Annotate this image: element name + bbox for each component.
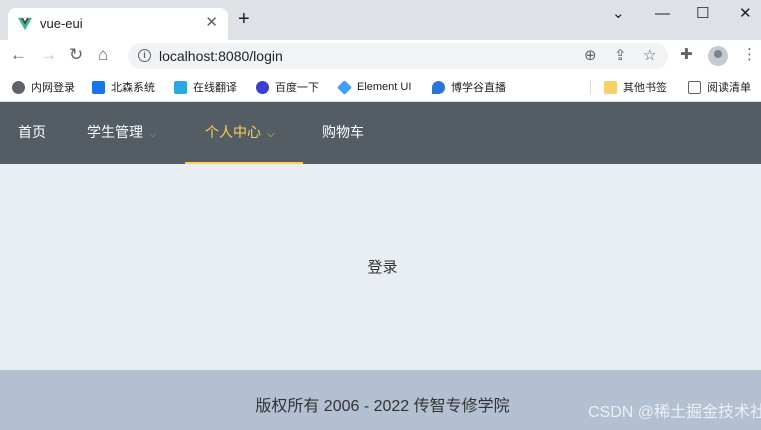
menu-item-label: 首页 (18, 124, 46, 140)
watermark: CSDN @稀土掘金技术社区 (588, 404, 761, 421)
main-content: 登录 (0, 164, 761, 370)
menu-item-home[interactable]: 首页 (18, 102, 46, 164)
home-icon[interactable]: ⌂ (98, 46, 108, 64)
bookmark-label: Element UI (357, 81, 412, 93)
share-icon[interactable]: ⇪ (614, 47, 627, 64)
extensions-icon[interactable]: ✚ (680, 46, 693, 63)
browser-titlebar: vue-eui ✕ + ⌄ — ☐ ✕ (0, 0, 761, 40)
bookmark-folder[interactable]: 其他书签 (604, 78, 667, 96)
reading-list-icon (688, 80, 701, 94)
tab-search-icon[interactable]: ⌄ (612, 6, 625, 22)
vue-logo-icon (18, 17, 32, 31)
chevron-down-icon: ⌵ (149, 129, 157, 140)
translate-icon (174, 80, 187, 94)
bookmark-label: 阅读清单 (707, 82, 751, 94)
menu-item-student-management[interactable]: 学生管理 ⌵ (87, 102, 157, 164)
menu-kebab-icon[interactable]: ⋮ (742, 46, 757, 63)
menu-item-label: 学生管理 (87, 124, 143, 140)
maximize-button[interactable]: ☐ (696, 6, 709, 22)
bookmark-label: 其他书签 (623, 82, 667, 94)
tab-title: vue-eui (40, 16, 83, 31)
menu-item-cart[interactable]: 购物车 (322, 102, 364, 164)
folder-icon (604, 80, 617, 94)
nav-menu: 首页 学生管理 ⌵ 个人中心 ⌵ 购物车 (0, 102, 761, 164)
browser-toolbar: ← → ↻ ⌂ i localhost:8080/login ⊕ ⇪ ☆ ✚ ⋮ (0, 40, 761, 72)
globe-icon (12, 80, 25, 94)
browser-tab[interactable]: vue-eui ✕ (8, 8, 228, 40)
tab-close-icon[interactable]: ✕ (205, 15, 218, 31)
baidu-icon (256, 80, 269, 94)
login-text: 登录 (367, 259, 398, 276)
bookmark-star-icon[interactable]: ☆ (643, 47, 656, 64)
element-icon (337, 79, 352, 95)
bing-icon (432, 80, 445, 94)
bookmark-item[interactable]: 内网登录 (12, 78, 75, 96)
bookmark-label: 百度一下 (275, 82, 319, 94)
chevron-down-icon: ⌵ (267, 129, 275, 140)
bookmarks-divider (590, 80, 591, 95)
url-text[interactable]: localhost:8080/login (159, 48, 283, 64)
bookmarks-bar: 内网登录 北森系统 在线翻译 百度一下 Element UI 博学谷直播 其他书… (0, 72, 761, 102)
menu-item-label: 购物车 (322, 124, 364, 140)
bookmark-label: 内网登录 (31, 82, 75, 94)
bookmark-label: 博学谷直播 (451, 82, 506, 94)
reload-icon[interactable]: ↻ (69, 46, 83, 64)
bookmark-item[interactable]: 北森系统 (92, 78, 155, 96)
minimize-button[interactable]: — (655, 6, 670, 22)
forward-arrow-icon[interactable]: → (40, 46, 57, 64)
site-info-icon[interactable]: i (138, 49, 151, 62)
bookmark-label: 北森系统 (111, 82, 155, 94)
address-bar[interactable]: i localhost:8080/login ⊕ ⇪ ☆ (128, 43, 668, 69)
new-tab-button[interactable]: + (238, 9, 250, 29)
zoom-icon[interactable]: ⊕ (584, 47, 597, 64)
menu-item-personal-center[interactable]: 个人中心 ⌵ (185, 102, 303, 164)
bookmark-item[interactable]: 百度一下 (256, 78, 319, 96)
back-arrow-icon[interactable]: ← (10, 46, 27, 64)
profile-avatar[interactable] (708, 46, 728, 66)
reading-list[interactable]: 阅读清单 (688, 78, 751, 96)
close-window-button[interactable]: ✕ (739, 6, 752, 22)
bookmark-item[interactable]: 在线翻译 (174, 78, 237, 96)
bookmark-item[interactable]: Element UI (337, 78, 412, 96)
bookmark-label: 在线翻译 (193, 82, 237, 94)
bookmark-item[interactable]: 博学谷直播 (432, 78, 506, 96)
menu-item-label: 个人中心 (205, 124, 261, 140)
info-icon (92, 80, 105, 94)
